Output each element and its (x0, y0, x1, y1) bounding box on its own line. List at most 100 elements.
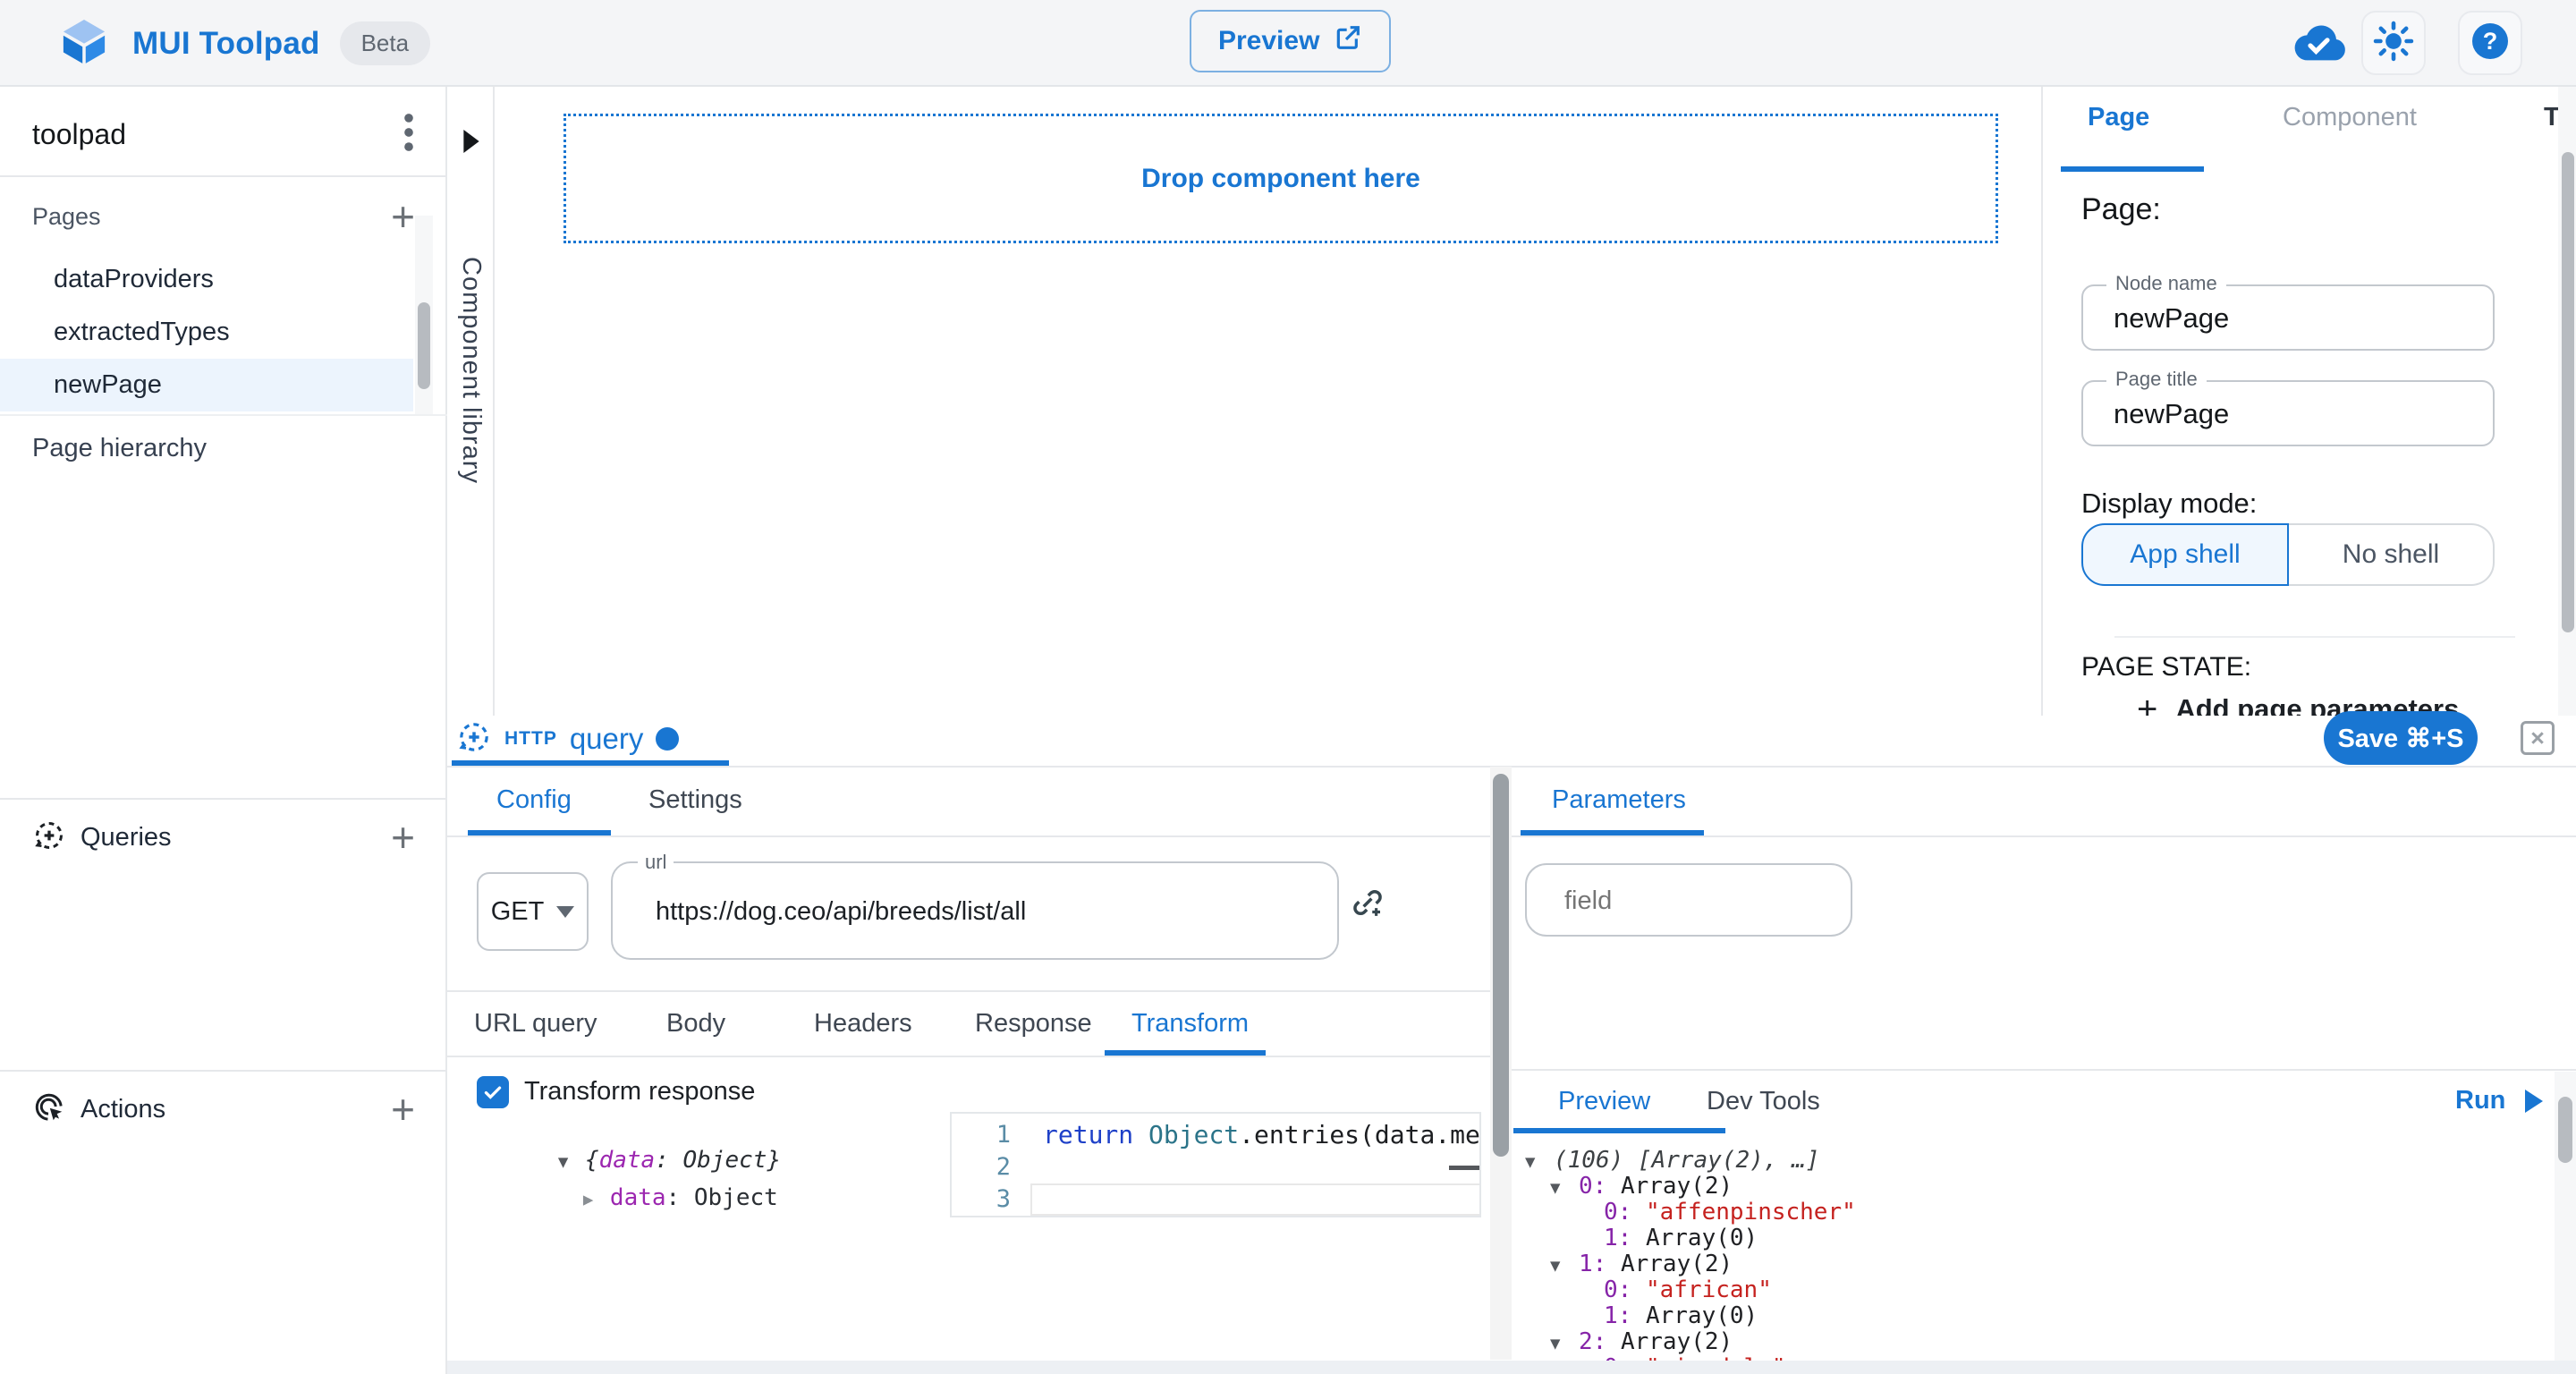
display-mode-no-shell[interactable]: No shell (2289, 523, 2495, 586)
explorer-sidebar: toolpad Pages + dataProviders extractedT… (0, 87, 447, 1374)
editor-gutter: 1 2 3 (952, 1114, 1030, 1216)
run-button[interactable]: Run (2455, 1086, 2543, 1115)
current-line-highlight (1030, 1183, 1481, 1216)
check-icon (481, 1081, 504, 1104)
theme-toggle-button[interactable] (2361, 11, 2426, 75)
transform-response-label: Transform response (524, 1077, 755, 1107)
page-hierarchy-label[interactable]: Page hierarchy (32, 434, 207, 463)
brand-title: MUI Toolpad (132, 26, 320, 62)
add-action-button[interactable]: + (391, 1089, 415, 1130)
bottom-strip (447, 1361, 2576, 1374)
result-json-tree: ▼(106) [Array(2), …] ▼0: Array(2) 0: "af… (1512, 1145, 2549, 1361)
queries-icon (32, 818, 66, 857)
close-panel-button[interactable]: × (2521, 721, 2555, 755)
sidebar-item-extractedtypes[interactable]: extractedTypes (0, 306, 413, 359)
page-title-field[interactable]: Page title (2081, 380, 2495, 446)
cloud-synced-icon (2288, 21, 2349, 71)
page-state-label: PAGE STATE: (2081, 652, 2251, 683)
json-row[interactable]: 0: "affenpinscher" (1525, 1199, 1856, 1226)
results-scrollbar[interactable] (2555, 1072, 2576, 1361)
unsaved-dot-indicator (656, 727, 679, 751)
editor-cursor-mark (1449, 1166, 1479, 1170)
json-row[interactable]: ▼2: Array(2) (1525, 1328, 1733, 1355)
bind-link-icon[interactable] (1349, 884, 1386, 926)
pages-section-label: Pages (32, 203, 101, 231)
actions-section-label[interactable]: Actions (80, 1095, 165, 1124)
toolpad-logo-icon (55, 13, 113, 74)
top-bar: MUI Toolpad Beta Preview (0, 0, 2576, 87)
tab-url-query[interactable]: URL query (474, 1009, 597, 1039)
beta-badge: Beta (340, 21, 431, 65)
json-row[interactable]: ▼1: Array(2) (1525, 1251, 1733, 1277)
json-row[interactable]: ▼(106) [Array(2), …] (1525, 1147, 1819, 1174)
page-canvas: Drop component here (495, 87, 2041, 716)
dropzone-hint: Drop component here (1141, 164, 1420, 194)
inspector-heading: Page: (2081, 192, 2161, 227)
tab-body[interactable]: Body (666, 1009, 725, 1039)
url-input[interactable] (654, 863, 1310, 960)
display-mode-label: Display mode: (2081, 488, 2257, 520)
json-row[interactable]: 0: "airedale" (1525, 1354, 1786, 1361)
parameter-field[interactable] (1525, 863, 1852, 937)
page-title-input[interactable] (2112, 382, 2473, 446)
parameter-input[interactable] (1563, 865, 1826, 937)
save-button[interactable]: Save ⌘+S (2324, 711, 2478, 765)
page-tab-indicator (2061, 166, 2204, 172)
url-field[interactable]: url (611, 861, 1339, 960)
inspector-panel: Page Component Theme Page: Node name Pag… (2041, 87, 2576, 716)
expand-chevron-icon[interactable] (462, 130, 481, 157)
json-row[interactable]: 1: Array(0) (1525, 1302, 1758, 1329)
preview-button[interactable]: Preview (1190, 10, 1391, 72)
query-tab[interactable]: HTTP query (456, 716, 679, 762)
node-name-input[interactable] (2112, 286, 2473, 351)
inspector-scrollbar[interactable] (2558, 87, 2576, 716)
transform-response-checkbox[interactable] (477, 1076, 509, 1108)
panel-splitter-scrollbar[interactable] (1490, 767, 1512, 1360)
project-title: toolpad (32, 118, 126, 151)
tab-page[interactable]: Page (2088, 103, 2149, 132)
sidebar-item-newpage[interactable]: newPage (0, 359, 413, 411)
query-editor-panel: HTTP query Save ⌘+S × Config Settings GE… (447, 716, 2576, 1374)
query-icon (456, 719, 492, 759)
help-icon: ? (2469, 20, 2512, 67)
code-line-1: return Object.entries(data.messag (1043, 1120, 1481, 1149)
tab-component[interactable]: Component (2283, 103, 2417, 132)
component-library-label: Component library (456, 257, 486, 484)
json-row[interactable]: ▼0: Array(2) (1525, 1173, 1733, 1200)
project-menu-icon[interactable] (402, 112, 415, 157)
transform-code-editor[interactable]: 1 2 3 return Object.entries(data.messag (950, 1112, 1481, 1217)
chevron-down-icon (556, 906, 574, 918)
query-protocol-label: HTTP (504, 728, 557, 750)
brightness-icon (2373, 21, 2414, 66)
queries-section-label[interactable]: Queries (80, 823, 172, 852)
query-name-label: query (570, 722, 644, 756)
actions-icon (32, 1090, 66, 1129)
tab-headers[interactable]: Headers (814, 1009, 912, 1039)
display-mode-toggle: App shell No shell (2081, 523, 2495, 586)
external-link-icon (1334, 23, 1362, 59)
play-icon (2525, 1090, 2543, 1113)
tab-config[interactable]: Config (496, 785, 572, 815)
add-query-button[interactable]: + (391, 817, 415, 858)
pages-scrollbar[interactable] (415, 216, 433, 414)
json-row[interactable]: 1: Array(0) (1525, 1225, 1758, 1251)
toolpad-app: MUI Toolpad Beta Preview (0, 0, 2576, 1374)
tab-preview[interactable]: Preview (1558, 1087, 1650, 1116)
json-row[interactable]: 0: "african" (1525, 1276, 1772, 1303)
add-icon: + (2137, 691, 2157, 716)
add-page-button[interactable]: + (391, 196, 415, 237)
tab-dev-tools[interactable]: Dev Tools (1707, 1087, 1820, 1116)
tab-settings[interactable]: Settings (648, 785, 742, 815)
display-mode-app-shell[interactable]: App shell (2081, 523, 2289, 586)
scope-tree-data[interactable]: ▶data: Object (499, 1158, 778, 1238)
drop-target-zone[interactable]: Drop component here (564, 114, 1998, 243)
node-name-field[interactable]: Node name (2081, 284, 2495, 351)
svg-text:?: ? (2483, 28, 2498, 55)
sidebar-item-dataproviders[interactable]: dataProviders (0, 253, 413, 306)
close-icon: × (2530, 725, 2545, 752)
tab-response[interactable]: Response (975, 1009, 1092, 1039)
tab-transform[interactable]: Transform (1131, 1009, 1249, 1039)
tab-parameters[interactable]: Parameters (1552, 785, 1686, 815)
help-button[interactable]: ? (2458, 11, 2522, 75)
http-method-select[interactable]: GET (477, 872, 589, 951)
